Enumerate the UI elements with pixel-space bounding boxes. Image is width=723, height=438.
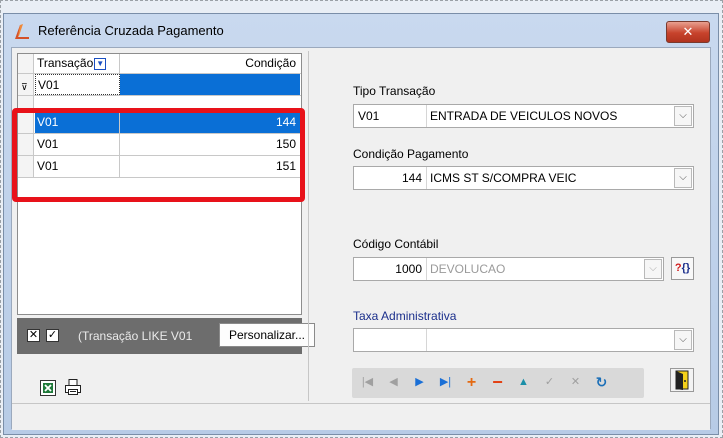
print-icon[interactable] [64, 378, 82, 396]
tipo-transacao-label: Tipo Transação [353, 84, 436, 98]
column-header-condicao[interactable]: Condição [120, 54, 300, 73]
taxa-administrativa-select[interactable]: ⌵ [353, 328, 694, 352]
title-bar: Referência Cruzada Pagamento ✕ [4, 14, 718, 46]
filter-cell-transacao[interactable]: V01 [35, 74, 120, 95]
codigo-contabil-label: Código Contábil [353, 237, 439, 251]
filter-dropdown-icon[interactable]: ▼ [94, 57, 107, 70]
chevron-down-icon[interactable]: ⌵ [644, 259, 662, 279]
window-title: Referência Cruzada Pagamento [38, 23, 224, 38]
next-record-icon[interactable]: ▶ [410, 373, 429, 392]
filter-row-icon: ⊽ [18, 74, 34, 95]
door-exit-icon [675, 370, 689, 390]
chevron-down-icon[interactable]: ⌵ [674, 330, 692, 350]
codigo-contabil-desc: DEVOLUCAO [430, 262, 506, 276]
condicao-pagamento-select[interactable]: 144 ICMS ST S/COMPRA VEIC ⌵ [353, 166, 694, 190]
prior-record-icon[interactable]: ◀ [384, 373, 403, 392]
status-bar [12, 403, 710, 430]
tipo-transacao-code[interactable]: V01 [354, 105, 427, 127]
condicao-pagamento-desc: ICMS ST S/COMPRA VEIC [430, 171, 577, 185]
tipo-transacao-select[interactable]: V01 ENTRADA DE VEICULOS NOVOS ⌵ [353, 104, 694, 128]
dialog-window: Referência Cruzada Pagamento ✕ Transação… [3, 13, 719, 435]
record-navigator: |◀ ◀ ▶ ▶| + − ▲ ✓ ✕ ↻ [352, 368, 644, 398]
codigo-contabil-select[interactable]: 1000 DEVOLUCAO ⌵ [353, 257, 664, 281]
filter-expression: (Transação LIKE V01 [78, 329, 193, 343]
condicao-pagamento-code[interactable]: 144 [354, 167, 427, 189]
filter-bar: ✕ ✓ (Transação LIKE V01 Personalizar... [17, 318, 315, 354]
close-button[interactable]: ✕ [666, 21, 710, 43]
enable-filter-checkbox[interactable]: ✓ [46, 329, 59, 342]
refresh-icon[interactable]: ↻ [592, 373, 611, 392]
grid-header-row: Transação ▼ Condição [18, 54, 301, 74]
exit-door-button[interactable] [670, 368, 694, 392]
clear-filter-checkbox[interactable]: ✕ [27, 329, 40, 342]
condicao-pagamento-label: Condição Pagamento [353, 147, 469, 161]
customize-filter-button[interactable]: Personalizar... [219, 323, 315, 347]
first-record-icon[interactable]: |◀ [358, 373, 377, 392]
filter-cell-condicao[interactable] [120, 74, 300, 95]
taxa-administrativa-desc [427, 329, 430, 351]
dialog-client-area: Transação ▼ Condição ⊽ V01 V01 144 V01 15… [11, 47, 711, 430]
cancel-record-icon[interactable]: ✕ [566, 373, 585, 392]
codigo-contabil-code[interactable]: 1000 [354, 258, 427, 280]
grid-filter-row[interactable]: ⊽ V01 [18, 74, 301, 96]
highlight-annotation-box [12, 108, 305, 202]
column-header-transacao[interactable]: Transação ▼ [35, 54, 120, 73]
lookup-help-button[interactable]: ?{} [671, 257, 694, 280]
delete-record-icon[interactable]: − [488, 373, 507, 392]
post-record-icon[interactable]: ✓ [540, 373, 559, 392]
last-record-icon[interactable]: ▶| [436, 373, 455, 392]
insert-record-icon[interactable]: + [462, 373, 481, 392]
excel-export-icon[interactable] [40, 380, 56, 396]
tipo-transacao-desc: ENTRADA DE VEICULOS NOVOS [430, 109, 618, 123]
taxa-administrativa-label: Taxa Administrativa [353, 309, 457, 323]
chevron-down-icon[interactable]: ⌵ [674, 168, 692, 188]
edit-record-icon[interactable]: ▲ [514, 373, 533, 392]
app-icon [15, 24, 29, 39]
taxa-administrativa-code[interactable] [354, 329, 427, 351]
chevron-down-icon[interactable]: ⌵ [674, 106, 692, 126]
